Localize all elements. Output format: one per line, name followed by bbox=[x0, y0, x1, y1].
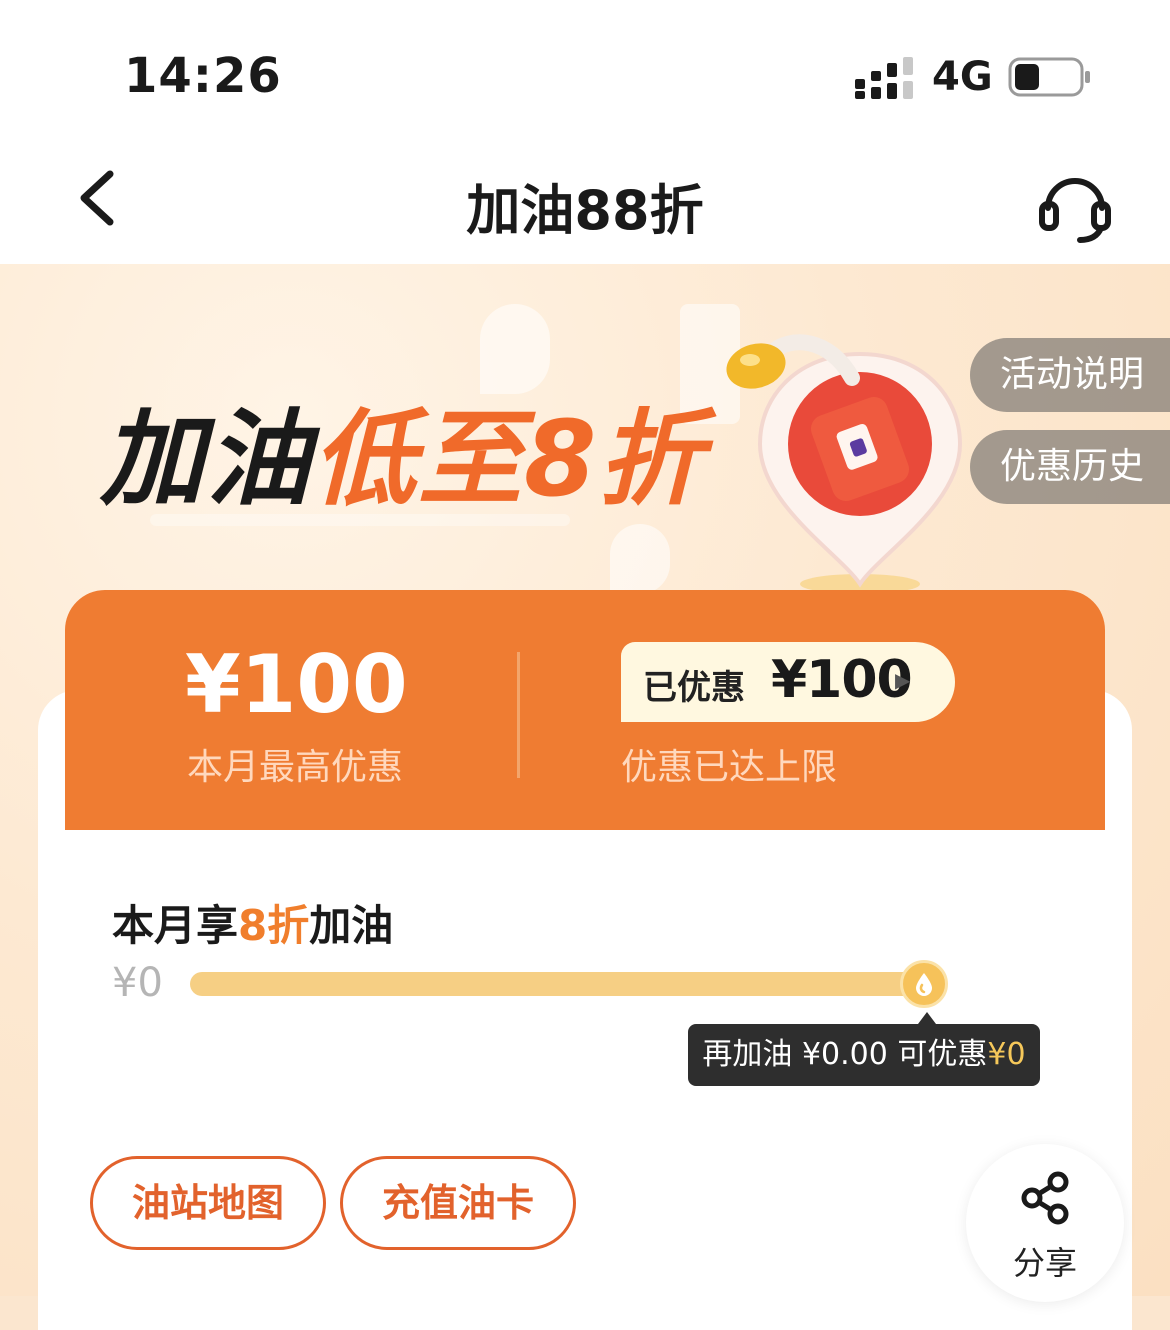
headline-dark: 加油 bbox=[100, 398, 313, 520]
network-type: 4G bbox=[932, 54, 993, 100]
limit-reached-text: 优惠已达上限 bbox=[621, 747, 838, 788]
progress-title: 本月享8折加油 bbox=[112, 892, 393, 953]
max-discount-label: 本月最高优惠 bbox=[186, 747, 403, 788]
signal-icon bbox=[855, 57, 913, 99]
saved-value: ¥100 bbox=[771, 650, 913, 710]
tooltip-text: 再加油 ¥0.00 可优惠 bbox=[702, 1037, 988, 1072]
progress-tooltip: 再加油 ¥0.00 可优惠¥0 bbox=[688, 1024, 1040, 1086]
triangle-right-icon: ▶ bbox=[895, 668, 911, 692]
status-bar: 14:26 4G bbox=[0, 0, 1170, 140]
saved-label: 已优惠 bbox=[643, 668, 745, 708]
tooltip-arrow bbox=[918, 1012, 936, 1024]
promo-summary: ¥100 本月最高优惠 已优惠 ¥100 ▶ 优惠已达上限 bbox=[65, 590, 1105, 830]
banner-headline: 加油低至8折 bbox=[100, 374, 704, 525]
battery-icon bbox=[1008, 57, 1090, 97]
headline-orange: 低至8折 bbox=[312, 398, 705, 520]
status-time: 14:26 bbox=[124, 48, 282, 104]
page-title: 加油88折 bbox=[466, 179, 704, 242]
share-label: 分享 bbox=[1012, 1244, 1077, 1282]
share-icon bbox=[1021, 1171, 1069, 1225]
title-highlight: 8折 bbox=[238, 901, 310, 950]
recharge-card-button[interactable]: 充值油卡 bbox=[340, 1156, 576, 1250]
share-button[interactable]: 分享 bbox=[966, 1144, 1124, 1302]
progress-bar bbox=[190, 972, 926, 996]
banner-decoration bbox=[610, 524, 670, 594]
customer-service-icon[interactable] bbox=[1036, 168, 1114, 246]
tooltip-amount: ¥0 bbox=[987, 1037, 1026, 1072]
divider bbox=[517, 652, 520, 778]
nav-bar: 加油88折 bbox=[0, 140, 1170, 266]
title-suffix: 加油 bbox=[309, 901, 394, 950]
max-discount-amount: ¥100 bbox=[185, 638, 408, 731]
fuel-location-pin-illustration bbox=[726, 334, 963, 594]
fuel-drop-icon bbox=[900, 960, 948, 1008]
title-prefix: 本月享 bbox=[112, 901, 239, 950]
progress-start-label: ¥0 bbox=[112, 960, 163, 1006]
station-map-button[interactable]: 油站地图 bbox=[90, 1156, 326, 1250]
discount-history-button[interactable]: 优惠历史 bbox=[970, 430, 1170, 504]
saved-amount-button[interactable]: 已优惠 ¥100 ▶ bbox=[621, 642, 955, 722]
activity-rules-button[interactable]: 活动说明 bbox=[970, 338, 1170, 412]
